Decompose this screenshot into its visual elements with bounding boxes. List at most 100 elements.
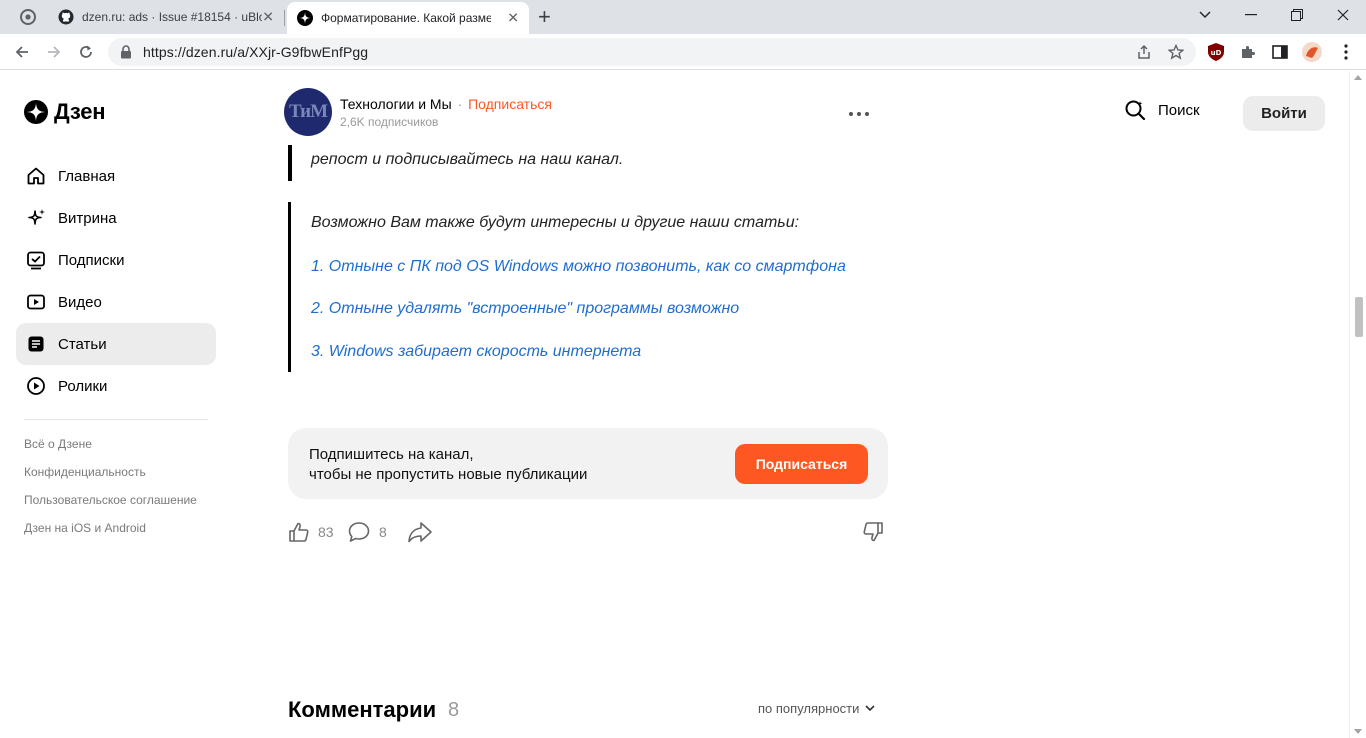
home-icon xyxy=(26,166,46,186)
lock-icon[interactable] xyxy=(120,45,132,59)
thumbs-up-icon xyxy=(289,522,309,542)
chrome-logo-icon[interactable] xyxy=(20,9,36,25)
scrollbar-thumb[interactable] xyxy=(1355,297,1363,337)
search-label: Поиск xyxy=(1158,101,1200,119)
new-tab-button[interactable]: + xyxy=(538,5,551,29)
close-tab-icon[interactable]: ✕ xyxy=(507,10,519,27)
footer-link-apps[interactable]: Дзен на iOS и Android xyxy=(24,521,197,549)
comment-button[interactable]: 8 xyxy=(347,521,387,543)
back-arrow-icon[interactable] xyxy=(8,38,36,66)
related-article-link[interactable]: 1. Отныне с ПК под OS Windows можно позв… xyxy=(311,258,846,276)
subscribe-card: Подпишитесь на канал, чтобы не пропустит… xyxy=(288,428,888,499)
like-count: 83 xyxy=(318,524,334,540)
article-icon xyxy=(26,334,46,354)
video-icon xyxy=(26,292,46,312)
comment-bubble-icon xyxy=(348,522,370,542)
profile-avatar-icon[interactable] xyxy=(1302,42,1322,62)
extensions-puzzle-icon[interactable] xyxy=(1238,42,1258,62)
tab-title: dzen.ru: ads · Issue #18154 · uBlo xyxy=(82,10,262,24)
channel-header: ТиМ Технологии и Мы · Подписаться 2,6K п… xyxy=(284,88,552,136)
thumbs-down-icon xyxy=(863,522,883,542)
forward-arrow-icon[interactable] xyxy=(40,38,68,66)
related-articles-heading: Возможно Вам также будут интересны и дру… xyxy=(311,214,800,231)
tab-divider xyxy=(284,10,285,26)
sidebar-item-articles[interactable]: Статьи xyxy=(16,323,216,365)
footer-link-privacy[interactable]: Конфиденциальность xyxy=(24,465,197,493)
page-scrollbar[interactable] xyxy=(1349,71,1366,738)
address-bar[interactable]: https://dzen.ru/a/XXjr-G9fbwEnfPgg xyxy=(108,38,1196,66)
related-article-link[interactable]: 3. Windows забирает скорость интернета xyxy=(311,343,641,361)
bookmark-star-icon[interactable] xyxy=(1168,44,1184,60)
article-actions: 83 8 xyxy=(288,521,888,545)
tab-dzen-article[interactable]: Форматирование. Какой размер ✕ xyxy=(287,2,529,34)
channel-separator: · xyxy=(457,95,463,112)
sidebar-item-video[interactable]: Видео xyxy=(16,281,216,323)
related-article-link[interactable]: 2. Отныне удалять "встроенные" программы… xyxy=(311,300,739,318)
restore-window-icon[interactable] xyxy=(1274,0,1320,30)
share-icon[interactable] xyxy=(1136,44,1152,60)
side-panel-icon[interactable] xyxy=(1270,42,1290,62)
sparkle-icon xyxy=(26,208,46,228)
scroll-down-arrow-icon[interactable] xyxy=(1354,729,1362,734)
more-options-icon[interactable] xyxy=(848,101,870,121)
minimize-window-icon[interactable] xyxy=(1228,0,1274,30)
quote-bar xyxy=(288,145,292,181)
quote-text: репост и подписывайтесь на наш канал. xyxy=(311,151,624,168)
login-button[interactable]: Войти xyxy=(1243,96,1325,131)
sidebar-item-home[interactable]: Главная xyxy=(16,155,216,197)
sidebar-item-label: Видео xyxy=(58,293,102,311)
search-icon xyxy=(1125,100,1146,121)
channel-subscribe-link[interactable]: Подписаться xyxy=(468,96,552,112)
tab-github-issue[interactable]: dzen.ru: ads · Issue #18154 · uBlo ✕ xyxy=(46,0,284,34)
sidebar-item-label: Статьи xyxy=(58,335,107,353)
sidebar-nav: Главная Витрина Подписки Видео Статьи Ро… xyxy=(16,155,216,407)
search-button[interactable]: Поиск xyxy=(1124,99,1200,121)
dzen-favicon-icon xyxy=(297,10,313,26)
dzen-logo[interactable]: Дзен xyxy=(24,99,106,125)
close-window-icon[interactable] xyxy=(1320,0,1366,30)
tab-search-chevron-icon[interactable] xyxy=(1182,0,1228,30)
browser-toolbar: https://dzen.ru/a/XXjr-G9fbwEnfPgg uD xyxy=(0,34,1366,70)
subscribe-card-line1: Подпишитесь на канал, xyxy=(309,446,474,463)
github-icon xyxy=(58,9,74,25)
subscriptions-icon xyxy=(26,250,46,270)
comments-sort-dropdown[interactable]: по популярности xyxy=(758,701,875,716)
sidebar-item-shorts[interactable]: Ролики xyxy=(16,365,216,407)
sidebar-item-label: Ролики xyxy=(58,377,108,395)
channel-subscriber-count: 2,6K подписчиков xyxy=(340,114,439,129)
shorts-icon xyxy=(26,376,46,396)
tab-title: Форматирование. Какой размер xyxy=(321,11,491,25)
dzen-logo-text: Дзен xyxy=(54,99,106,124)
dislike-button[interactable] xyxy=(862,521,892,543)
sidebar-item-label: Главная xyxy=(58,167,116,185)
comments-title: Комментарии xyxy=(288,697,437,722)
sidebar-item-showcase[interactable]: Витрина xyxy=(16,197,216,239)
browser-tab-strip: dzen.ru: ads · Issue #18154 · uBlo ✕ Фор… xyxy=(0,0,1366,34)
share-arrow-icon xyxy=(408,522,432,543)
comments-count: 8 xyxy=(448,699,460,721)
channel-name[interactable]: Технологии и Мы xyxy=(340,96,452,112)
chrome-menu-icon[interactable] xyxy=(1336,42,1356,62)
reload-icon[interactable] xyxy=(72,38,100,66)
share-button[interactable] xyxy=(407,521,441,543)
scroll-up-arrow-icon[interactable] xyxy=(1354,75,1362,80)
comment-count: 8 xyxy=(379,524,387,540)
like-button[interactable]: 83 xyxy=(288,521,334,543)
sidebar-footer: Всё о Дзене Конфиденциальность Пользоват… xyxy=(24,437,197,549)
svg-text:uD: uD xyxy=(1211,49,1222,57)
sidebar-item-label: Подписки xyxy=(58,251,125,269)
ublock-origin-icon[interactable]: uD xyxy=(1206,42,1226,62)
dzen-logo-icon xyxy=(24,100,48,124)
sort-label: по популярности xyxy=(758,701,860,716)
sidebar-item-subscriptions[interactable]: Подписки xyxy=(16,239,216,281)
url-text[interactable]: https://dzen.ru/a/XXjr-G9fbwEnfPgg xyxy=(143,44,368,60)
footer-link-about[interactable]: Всё о Дзене xyxy=(24,437,197,465)
sidebar-item-label: Витрина xyxy=(58,209,117,227)
channel-avatar[interactable]: ТиМ xyxy=(284,88,332,136)
subscribe-card-line2: чтобы не пропустить новые публикации xyxy=(309,466,588,483)
subscribe-button[interactable]: Подписаться xyxy=(735,444,868,484)
footer-link-terms[interactable]: Пользовательское соглашение xyxy=(24,493,197,521)
sidebar-divider xyxy=(24,419,208,420)
quote-bar xyxy=(288,202,291,372)
close-tab-icon[interactable]: ✕ xyxy=(262,9,274,26)
